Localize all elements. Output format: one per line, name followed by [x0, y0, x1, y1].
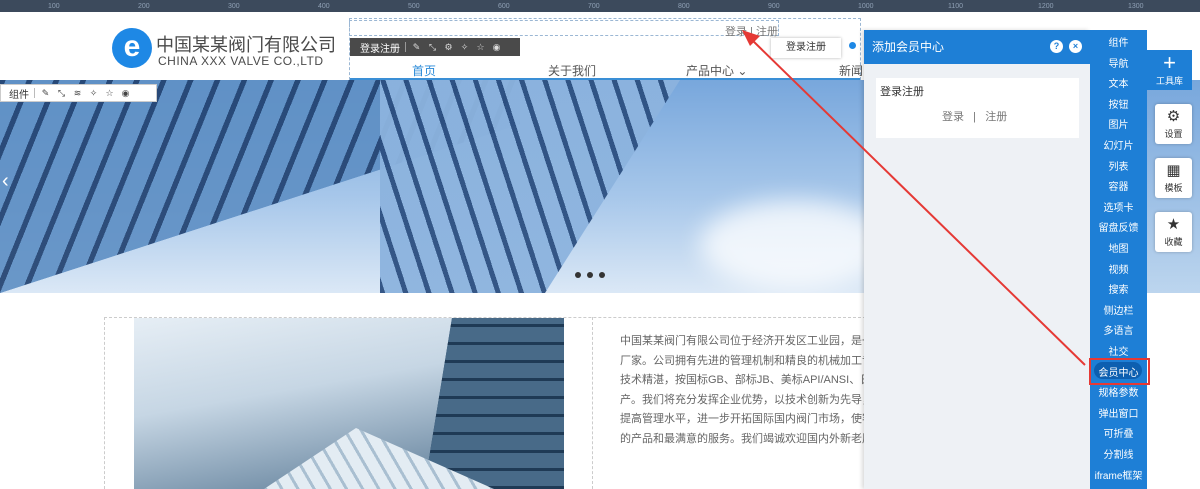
banner-slideshow[interactable]: [0, 80, 866, 293]
animation-icon[interactable]: ✧: [88, 88, 99, 99]
component-list-item[interactable]: 留盘反馈: [1090, 219, 1147, 239]
ruler-tick: 400: [318, 3, 330, 10]
about-image[interactable]: [134, 318, 564, 489]
company-name-en: CHINA XXX VALVE CO.,LTD: [158, 54, 324, 68]
image-building: [424, 318, 564, 489]
component-list-item-selected[interactable]: 会员中心: [1090, 364, 1147, 384]
component-list-item[interactable]: 视频: [1090, 261, 1147, 281]
arrow-head: [742, 30, 760, 46]
slide-dot[interactable]: [587, 272, 593, 278]
component-toolbar-label: 组件: [9, 89, 29, 101]
plus-icon: +: [1163, 50, 1176, 75]
paragraph-line: 提高管理水平，进一步开拓国际国内阀门市场，使客户: [620, 413, 866, 425]
component-list-item[interactable]: 列表: [1090, 158, 1147, 178]
component-toolbar: 组件 ✎ ⤡ ≋ ✧ ☆ ◉: [0, 84, 157, 102]
slide-indicators: [575, 272, 605, 278]
star-icon[interactable]: ☆: [104, 88, 115, 99]
template-label: 模板: [1164, 183, 1183, 193]
toolbar-divider: [34, 88, 35, 98]
slide-dot[interactable]: [575, 272, 581, 278]
crop-icon[interactable]: ⤡: [56, 88, 67, 99]
ruler-tick: 500: [408, 3, 420, 10]
nav-products-label: 产品中心: [686, 64, 735, 78]
ruler-tick: 800: [678, 3, 690, 10]
gear-icon[interactable]: ⚙: [443, 42, 454, 53]
component-list-item[interactable]: 按钮: [1090, 96, 1147, 116]
settings-label: 设置: [1164, 129, 1183, 139]
component-list-item[interactable]: 容器: [1090, 178, 1147, 198]
arrow-line: [749, 37, 1086, 366]
ruler-tick: 1000: [858, 3, 874, 10]
component-list-item[interactable]: 分割线: [1090, 446, 1147, 466]
component-list-item[interactable]: 弹出窗口: [1090, 405, 1147, 425]
star-icon[interactable]: ☆: [475, 42, 486, 53]
edit-icon[interactable]: ✎: [40, 88, 51, 99]
nav-item-about[interactable]: 关于我们: [548, 62, 596, 79]
eye-icon[interactable]: ◉: [120, 88, 131, 99]
favorites-label: 收藏: [1164, 237, 1183, 247]
component-list-item[interactable]: 搜索: [1090, 281, 1147, 301]
star-icon: ★: [1166, 216, 1181, 233]
component-list-item[interactable]: 侧边栏: [1090, 302, 1147, 322]
component-list-item[interactable]: 导航: [1090, 55, 1147, 75]
component-list-item[interactable]: 规格参数: [1090, 384, 1147, 404]
favorites-button[interactable]: ★ 收藏: [1155, 212, 1192, 252]
ruler-tick: 900: [768, 3, 780, 10]
ruler-tick: 200: [138, 3, 150, 10]
nav-item-home[interactable]: 首页: [412, 62, 436, 79]
component-list-item[interactable]: 组件: [1090, 34, 1147, 54]
annotation-arrow: [742, 30, 1086, 366]
slide-dot[interactable]: [599, 272, 605, 278]
chevron-left-icon[interactable]: ‹: [2, 170, 9, 193]
component-list-item[interactable]: 可折叠: [1090, 425, 1147, 445]
ruler-tick: 1200: [1038, 3, 1054, 10]
paragraph-line: 的产品和最满意的服务。我们竭诚欢迎国内外新老朋友: [620, 432, 866, 445]
layers-icon[interactable]: ≋: [72, 88, 83, 99]
context-toolbar-label: 登录注册: [360, 43, 400, 55]
gear-icon: ⚙: [1166, 108, 1181, 125]
component-list-item[interactable]: 选项卡: [1090, 199, 1147, 219]
component-list-item[interactable]: 文本: [1090, 75, 1147, 95]
paragraph-line: 技术精湛，按国标GB、部标JB、美标API/ANSI、日标: [620, 374, 866, 386]
toolbox-library-button[interactable]: + 工具库: [1147, 50, 1192, 90]
component-list: 组件导航文本按钮图片幻灯片列表容器选项卡留盘反馈地图视频搜索侧边栏多语言社交会员…: [1090, 30, 1147, 489]
paragraph-line: 产。我们将充分发挥企业优势，以技术创新为先导，人: [620, 393, 866, 406]
component-list-item[interactable]: 多语言: [1090, 322, 1147, 342]
toolbar-divider: [405, 42, 406, 52]
top-ruler: 100 200 300 400 500 600 700 800 900 1000 1100 1200 1…: [0, 0, 1200, 12]
ruler-tick: 300: [228, 3, 240, 10]
ruler-tick: 700: [588, 3, 600, 10]
template-button[interactable]: ▦ 模板: [1155, 158, 1192, 198]
animation-icon[interactable]: ✧: [459, 42, 470, 53]
context-toolbar: 登录注册 ✎ ⤡ ⚙ ✧ ☆ ◉: [350, 38, 520, 56]
eye-icon[interactable]: ◉: [491, 42, 502, 53]
ruler-tick: 1100: [948, 3, 964, 10]
ruler-tick: 100: [48, 3, 60, 10]
settings-button[interactable]: ⚙ 设置: [1155, 104, 1192, 144]
ruler-tick: 600: [498, 3, 510, 10]
component-list-item[interactable]: 地图: [1090, 240, 1147, 260]
template-icon: ▦: [1166, 162, 1181, 179]
ruler-tick: 1300: [1128, 3, 1144, 10]
banner-building-2: [380, 80, 680, 293]
content-divider: [592, 317, 594, 489]
nav-item-products[interactable]: 产品中心 ⌄: [686, 62, 747, 79]
login-selection-outline: [349, 20, 779, 36]
toolbox-library-label: 工具库: [1155, 76, 1183, 86]
component-list-item[interactable]: 图片: [1090, 116, 1147, 136]
logo-icon: e: [112, 28, 152, 68]
edit-icon[interactable]: ✎: [411, 42, 422, 53]
crop-icon[interactable]: ⤡: [427, 42, 438, 53]
component-list-item[interactable]: 幻灯片: [1090, 137, 1147, 157]
component-list-item[interactable]: iframe框架: [1090, 467, 1147, 487]
